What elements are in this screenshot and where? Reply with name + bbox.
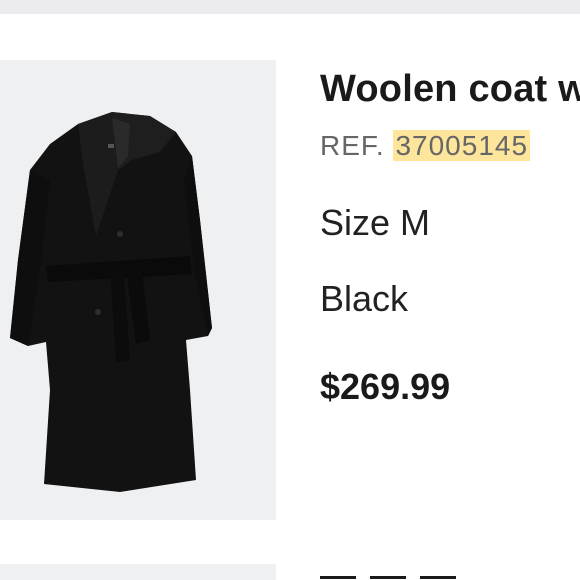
reference-row: REF. 37005145 [320,130,531,162]
price-label: $269.99 [320,366,451,407]
top-divider [0,0,580,14]
product-image[interactable] [0,60,276,520]
ref-number: 37005145 [393,130,531,161]
ref-label: REF. [320,130,385,161]
color-label: Black [320,278,409,319]
product-title[interactable]: Woolen coat with belt [320,68,580,111]
product-card[interactable]: Woolen coat with belt REF. 37005145 Size… [0,14,580,580]
coat-image-icon [10,112,212,492]
next-product-image[interactable] [0,564,276,580]
next-product-title-peek [320,566,550,580]
size-label: Size M [320,202,431,243]
